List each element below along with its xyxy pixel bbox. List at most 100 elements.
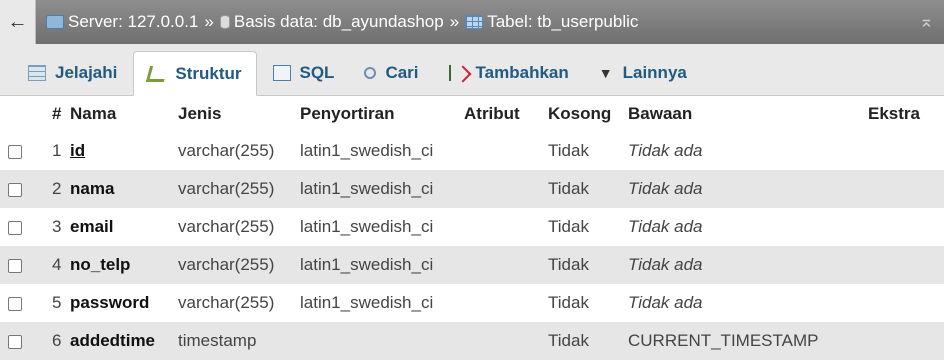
field-extra bbox=[864, 284, 944, 322]
row-number: 6 bbox=[48, 322, 66, 360]
field-name[interactable]: no_telp bbox=[70, 255, 130, 274]
field-collation: latin1_swedish_ci bbox=[296, 246, 460, 284]
tab-label: Tambahkan bbox=[475, 63, 569, 82]
database-icon bbox=[219, 15, 230, 29]
field-name[interactable]: password bbox=[70, 293, 149, 312]
field-collation: latin1_swedish_ci bbox=[296, 170, 460, 208]
breadcrumb-server-label[interactable]: Server: 127.0.0.1 bbox=[68, 12, 198, 32]
breadcrumb-server[interactable]: Server: 127.0.0.1 bbox=[46, 12, 198, 32]
field-extra bbox=[864, 208, 944, 246]
tab-label: Cari bbox=[385, 63, 419, 82]
field-collation: latin1_swedish_ci bbox=[296, 284, 460, 322]
table-header-row: # Nama Jenis Penyortiran Atribut Kosong … bbox=[0, 96, 944, 132]
field-name[interactable]: addedtime bbox=[70, 331, 155, 350]
tab-label: Struktur bbox=[175, 63, 242, 83]
field-name[interactable]: email bbox=[70, 217, 113, 236]
header-bawaan: Bawaan bbox=[624, 96, 864, 132]
field-collation: latin1_swedish_ci bbox=[296, 208, 460, 246]
field-null: Tidak bbox=[544, 322, 624, 360]
tab-label: Lainnya bbox=[622, 63, 687, 82]
field-extra bbox=[864, 246, 944, 284]
dropdown-triangle-icon: ▼ bbox=[598, 65, 613, 81]
field-extra bbox=[864, 170, 944, 208]
breadcrumb-table[interactable]: Tabel: tb_userpublic bbox=[465, 12, 638, 32]
row-number: 4 bbox=[48, 246, 66, 284]
field-default: Tidak ada bbox=[624, 170, 864, 208]
field-default: Tidak ada bbox=[624, 246, 864, 284]
field-attribute bbox=[460, 284, 544, 322]
row-checkbox[interactable] bbox=[8, 220, 22, 235]
structure-icon bbox=[146, 65, 169, 82]
field-type: varchar(255) bbox=[174, 132, 296, 170]
sql-icon bbox=[272, 65, 291, 81]
field-attribute bbox=[460, 170, 544, 208]
tab-cari[interactable]: Cari bbox=[350, 51, 432, 95]
breadcrumb: ← Server: 127.0.0.1 » Basis data: db_ayu… bbox=[0, 0, 944, 44]
row-number: 5 bbox=[48, 284, 66, 322]
breadcrumb-database-label[interactable]: Basis data: db_ayundashop bbox=[234, 12, 444, 32]
row-checkbox[interactable] bbox=[8, 258, 22, 273]
field-name[interactable]: id bbox=[70, 141, 85, 160]
collapse-icon[interactable]: ⌅ bbox=[919, 11, 934, 32]
table-row[interactable]: 6 addedtime timestamp Tidak CURRENT_TIME… bbox=[0, 322, 944, 360]
field-attribute bbox=[460, 132, 544, 170]
tab-sql[interactable]: SQL bbox=[259, 51, 349, 95]
field-null: Tidak bbox=[544, 208, 624, 246]
row-checkbox[interactable] bbox=[8, 182, 22, 197]
field-type: varchar(255) bbox=[174, 246, 296, 284]
field-name[interactable]: nama bbox=[70, 179, 114, 198]
field-type: varchar(255) bbox=[174, 208, 296, 246]
table-icon bbox=[465, 15, 484, 29]
insert-icon bbox=[448, 65, 467, 81]
breadcrumb-separator: » bbox=[204, 12, 214, 31]
tab-bar: Jelajahi Struktur SQL Cari Tambahkan ▼ L… bbox=[0, 44, 944, 96]
server-icon bbox=[46, 15, 64, 29]
browse-icon bbox=[28, 65, 46, 81]
row-checkbox[interactable] bbox=[8, 144, 22, 159]
breadcrumb-database[interactable]: Basis data: db_ayundashop bbox=[219, 12, 444, 32]
table-row[interactable]: 1 id varchar(255) latin1_swedish_ci Tida… bbox=[0, 132, 944, 170]
tab-label: Jelajahi bbox=[55, 63, 118, 82]
tab-lainnya[interactable]: ▼ Lainnya bbox=[585, 51, 701, 95]
tab-jelajahi[interactable]: Jelajahi bbox=[14, 51, 131, 95]
structure-table: # Nama Jenis Penyortiran Atribut Kosong … bbox=[0, 96, 944, 360]
header-atribut: Atribut bbox=[460, 96, 544, 132]
header-penyortiran: Penyortiran bbox=[296, 96, 460, 132]
field-extra bbox=[864, 322, 944, 360]
header-jenis: Jenis bbox=[174, 96, 296, 132]
tab-tambahkan[interactable]: Tambahkan bbox=[435, 51, 583, 95]
field-type: timestamp bbox=[174, 322, 296, 360]
breadcrumb-table-label[interactable]: Tabel: tb_userpublic bbox=[487, 12, 638, 32]
field-null: Tidak bbox=[544, 246, 624, 284]
header-ekstra: Ekstra bbox=[864, 96, 944, 132]
row-checkbox[interactable] bbox=[8, 296, 22, 311]
row-number: 3 bbox=[48, 208, 66, 246]
field-default: CURRENT_TIMESTAMP bbox=[624, 322, 864, 360]
field-null: Tidak bbox=[544, 170, 624, 208]
field-default: Tidak ada bbox=[624, 284, 864, 322]
field-default: Tidak ada bbox=[624, 132, 864, 170]
field-type: varchar(255) bbox=[174, 284, 296, 322]
field-collation: latin1_swedish_ci bbox=[296, 132, 460, 170]
table-row[interactable]: 4 no_telp varchar(255) latin1_swedish_ci… bbox=[0, 246, 944, 284]
header-nama[interactable]: Nama bbox=[66, 96, 174, 132]
row-number: 1 bbox=[48, 132, 66, 170]
collapse-nav-button[interactable]: ← bbox=[0, 0, 36, 44]
field-attribute bbox=[460, 322, 544, 360]
field-null: Tidak bbox=[544, 132, 624, 170]
header-number: # bbox=[48, 96, 66, 132]
tab-struktur[interactable]: Struktur bbox=[133, 51, 257, 96]
field-attribute bbox=[460, 246, 544, 284]
field-collation bbox=[296, 322, 460, 360]
table-row[interactable]: 5 password varchar(255) latin1_swedish_c… bbox=[0, 284, 944, 322]
table-row[interactable]: 3 email varchar(255) latin1_swedish_ci T… bbox=[0, 208, 944, 246]
row-number: 2 bbox=[48, 170, 66, 208]
field-extra bbox=[864, 132, 944, 170]
table-row[interactable]: 2 nama varchar(255) latin1_swedish_ci Ti… bbox=[0, 170, 944, 208]
search-icon bbox=[364, 67, 377, 79]
tab-label: SQL bbox=[299, 63, 335, 82]
row-checkbox[interactable] bbox=[8, 334, 22, 349]
field-null: Tidak bbox=[544, 284, 624, 322]
field-attribute bbox=[460, 208, 544, 246]
field-default: Tidak ada bbox=[624, 208, 864, 246]
